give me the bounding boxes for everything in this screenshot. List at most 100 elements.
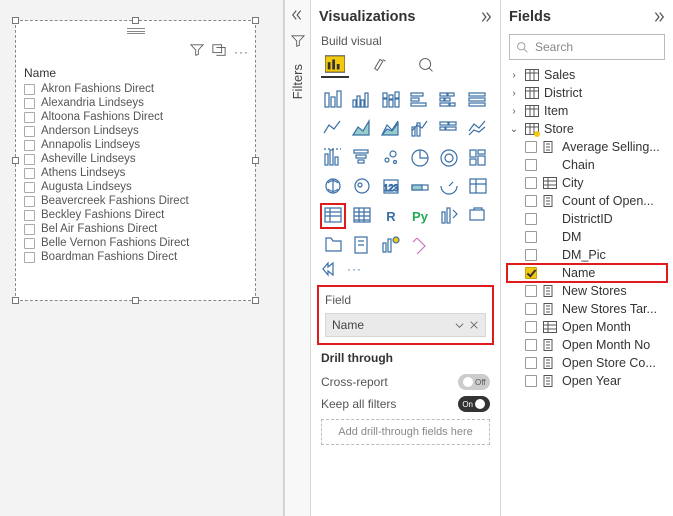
visual-type-2[interactable]	[379, 88, 403, 112]
checkbox[interactable]	[525, 141, 537, 153]
checkbox[interactable]	[24, 140, 35, 151]
visual-type-23[interactable]	[466, 175, 490, 199]
field-average-selling-[interactable]: Average Selling...	[507, 138, 667, 156]
slicer-item[interactable]: Annapolis Lindseys	[24, 138, 247, 152]
checkbox[interactable]	[24, 196, 35, 207]
checkbox[interactable]	[525, 249, 537, 261]
slicer-item[interactable]: Beckley Fashions Direct	[24, 208, 247, 222]
checkbox[interactable]	[24, 168, 35, 179]
checkbox[interactable]	[525, 303, 537, 315]
visual-type-25[interactable]	[350, 204, 374, 228]
checkbox[interactable]	[24, 224, 35, 235]
visual-type-22[interactable]	[437, 175, 461, 199]
checkbox[interactable]	[525, 159, 537, 171]
visual-type-20[interactable]: 123	[379, 175, 403, 199]
checkbox[interactable]	[525, 357, 537, 369]
slicer-item[interactable]: Anderson Lindseys	[24, 124, 247, 138]
field-open-month[interactable]: Open Month	[507, 318, 667, 336]
field-open-year[interactable]: Open Year	[507, 372, 667, 390]
field-city[interactable]: City	[507, 174, 667, 192]
remove-field-icon[interactable]	[469, 320, 479, 330]
analytics-tab[interactable]	[413, 52, 441, 78]
field-new-stores[interactable]: New Stores	[507, 282, 667, 300]
more-options-icon[interactable]: ···	[234, 45, 249, 59]
checkbox[interactable]	[525, 267, 537, 279]
slicer-item[interactable]: Alexandria Lindseys	[24, 96, 247, 110]
search-input[interactable]: Search	[509, 34, 665, 60]
table-store[interactable]: ⌄Store	[507, 120, 667, 138]
slicer-item[interactable]: Akron Fashions Direct	[24, 82, 247, 96]
slicer-item[interactable]: Bel Air Fashions Direct	[24, 222, 247, 236]
visual-type-30[interactable]	[321, 233, 345, 257]
visual-type-4[interactable]	[437, 88, 461, 112]
visual-type-33[interactable]	[408, 233, 432, 257]
visual-type-3[interactable]	[408, 88, 432, 112]
checkbox[interactable]	[525, 339, 537, 351]
report-canvas[interactable]: ··· Name Akron Fashions DirectAlexandria…	[0, 0, 284, 516]
checkbox[interactable]	[24, 112, 35, 123]
fields-tree[interactable]: ›Sales›District›Item⌄StoreAverage Sellin…	[501, 66, 673, 516]
visual-type-15[interactable]	[408, 146, 432, 170]
visual-type-32[interactable]	[379, 233, 403, 257]
field-well-name[interactable]: Name	[325, 313, 486, 337]
table-district[interactable]: ›District	[507, 84, 667, 102]
checkbox[interactable]	[24, 210, 35, 221]
visual-type-29[interactable]	[466, 204, 490, 228]
checkbox[interactable]	[24, 154, 35, 165]
checkbox[interactable]	[525, 231, 537, 243]
checkbox[interactable]	[525, 177, 537, 189]
visual-type-19[interactable]	[350, 175, 374, 199]
slicer-list[interactable]: Akron Fashions DirectAlexandria Lindseys…	[16, 82, 255, 272]
slicer-visual[interactable]: ··· Name Akron Fashions DirectAlexandria…	[15, 20, 256, 301]
slicer-item[interactable]: Belle Vernon Fashions Direct	[24, 236, 247, 250]
visual-type-13[interactable]	[350, 146, 374, 170]
collapse-icon[interactable]	[651, 10, 665, 24]
keep-filters-toggle[interactable]: On	[458, 396, 490, 412]
format-visual-tab[interactable]	[367, 52, 395, 78]
field-name[interactable]: Name	[507, 264, 667, 282]
collapse-icon[interactable]	[478, 10, 492, 24]
field-districtid[interactable]: DistrictID	[507, 210, 667, 228]
checkbox[interactable]	[24, 126, 35, 137]
focus-icon[interactable]	[212, 43, 226, 60]
slicer-item[interactable]: Athens Lindseys	[24, 166, 247, 180]
drill-through-dropzone[interactable]: Add drill-through fields here	[321, 419, 490, 445]
visual-type-12[interactable]	[321, 146, 345, 170]
field-new-stores-tar-[interactable]: New Stores Tar...	[507, 300, 667, 318]
checkbox[interactable]	[525, 195, 537, 207]
visual-type-5[interactable]	[466, 88, 490, 112]
slicer-item[interactable]: Augusta Lindseys	[24, 180, 247, 194]
build-visual-tab[interactable]	[321, 52, 349, 78]
chevron-down-icon[interactable]	[454, 320, 465, 331]
checkbox[interactable]	[525, 375, 537, 387]
visual-type-6[interactable]	[321, 117, 345, 141]
filters-pane-collapsed[interactable]: Filters	[284, 0, 310, 516]
visual-type-18[interactable]	[321, 175, 345, 199]
visual-type-17[interactable]	[466, 146, 490, 170]
checkbox[interactable]	[24, 238, 35, 249]
checkbox[interactable]	[24, 252, 35, 263]
checkbox[interactable]	[24, 98, 35, 109]
cross-report-toggle[interactable]: Off	[458, 374, 490, 390]
visual-type-7[interactable]	[350, 117, 374, 141]
field-count-of-open-[interactable]: Count of Open...	[507, 192, 667, 210]
visual-type-21[interactable]	[408, 175, 432, 199]
visual-type-9[interactable]	[408, 117, 432, 141]
visual-type-0[interactable]	[321, 88, 345, 112]
field-dm[interactable]: DM	[507, 228, 667, 246]
visual-type-26[interactable]: R	[379, 204, 403, 228]
field-dm-pic[interactable]: DM_Pic	[507, 246, 667, 264]
visual-type-11[interactable]	[466, 117, 490, 141]
powerapps-icon[interactable]	[321, 261, 339, 277]
visual-type-1[interactable]	[350, 88, 374, 112]
more-visuals-icon[interactable]: ···	[347, 262, 362, 276]
checkbox[interactable]	[525, 213, 537, 225]
expand-icon[interactable]	[291, 8, 305, 22]
visual-type-27[interactable]: Py	[408, 204, 432, 228]
table-sales[interactable]: ›Sales	[507, 66, 667, 84]
visual-type-14[interactable]	[379, 146, 403, 170]
checkbox[interactable]	[24, 84, 35, 95]
field-open-month-no[interactable]: Open Month No	[507, 336, 667, 354]
visual-type-31[interactable]	[350, 233, 374, 257]
filter-icon[interactable]	[190, 43, 204, 60]
